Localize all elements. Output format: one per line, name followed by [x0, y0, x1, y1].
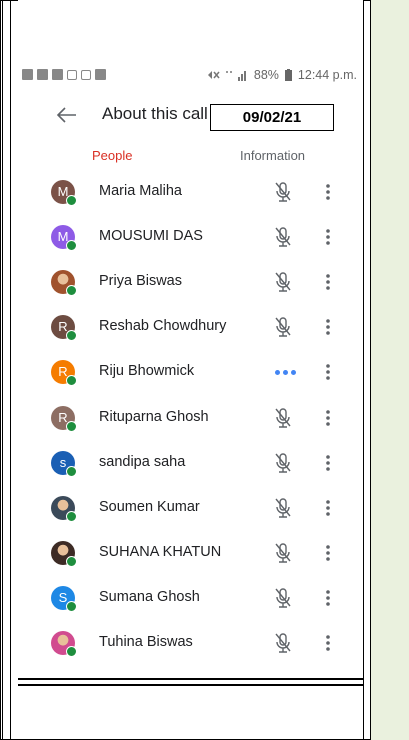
mic-off-icon	[275, 588, 291, 608]
avatar: R	[51, 315, 77, 342]
participant-row[interactable]: Tuhina Biswas	[18, 620, 363, 665]
mic-off-icon	[275, 182, 291, 202]
notification-icon	[37, 69, 48, 80]
date-label: 09/02/21	[210, 104, 334, 131]
notification-icons	[22, 69, 106, 80]
participant-name: SUHANA KHATUN	[99, 543, 222, 560]
participant-name: Maria Maliha	[99, 183, 182, 199]
mic-off-icon	[275, 497, 291, 518]
bottom-rule	[18, 678, 363, 680]
page-title: About this call	[102, 104, 208, 123]
online-status-dot	[66, 285, 77, 297]
app-icon	[95, 69, 106, 80]
table-border-left-inner	[10, 0, 11, 740]
mic-off-icon	[275, 633, 291, 653]
participant-row[interactable]: Soumen Kumar	[18, 485, 363, 530]
status-right: 88% 12:44 p.m.	[206, 68, 357, 82]
avatar: M	[51, 225, 77, 252]
mic-off-icon	[275, 227, 291, 247]
calendar-icon	[81, 69, 91, 80]
phone-screenshot: 88% 12:44 p.m. About this call People In…	[18, 0, 363, 678]
participant-name: Reshab Chowdhury	[99, 318, 227, 335]
mic-off-icon	[275, 317, 291, 337]
avatar	[51, 270, 77, 297]
message-icon	[67, 69, 77, 80]
mic-off-icon	[275, 452, 291, 473]
mic-off-icon	[275, 407, 291, 428]
mic-off-icon	[275, 543, 291, 563]
more-options-icon[interactable]	[322, 633, 334, 653]
mic-off-icon	[275, 272, 291, 292]
more-options-icon[interactable]	[322, 543, 334, 563]
more-options-icon[interactable]	[322, 588, 334, 608]
participant-row[interactable]: Priya Biswas	[18, 259, 363, 304]
online-status-dot	[66, 510, 77, 522]
avatar: R	[51, 360, 77, 387]
avatar	[51, 495, 77, 522]
more-options-icon[interactable]	[322, 453, 334, 473]
online-status-dot	[66, 465, 77, 477]
status-bar: 88% 12:44 p.m.	[18, 66, 363, 88]
bottom-rule	[18, 684, 363, 686]
battery-percent: 88%	[253, 68, 279, 82]
more-options-icon[interactable]	[322, 272, 334, 292]
online-status-dot	[66, 330, 77, 342]
clock: 12:44 p.m.	[297, 68, 357, 82]
avatar: s	[51, 450, 77, 477]
online-status-dot	[66, 420, 77, 432]
participant-row[interactable]: SUHANA KHATUN	[18, 530, 363, 575]
participant-name: Sumana Ghosh	[99, 588, 200, 605]
mute-icon	[207, 71, 220, 79]
online-status-dot	[66, 195, 77, 206]
more-options-icon[interactable]	[322, 227, 334, 247]
avatar: R	[51, 405, 77, 432]
online-status-dot	[66, 646, 77, 657]
participant-name: Rituparna Ghosh	[99, 408, 209, 425]
avatar	[51, 540, 77, 567]
participant-name: Priya Biswas	[99, 273, 182, 290]
participant-name: sandipa saha	[99, 453, 186, 470]
participant-name: MOUSUMI DAS	[99, 228, 203, 245]
more-options-icon[interactable]	[322, 498, 334, 518]
tab-information[interactable]: Information	[240, 148, 305, 163]
table-border-right-inner	[363, 0, 364, 740]
participant-name: Riju Bhowmick	[99, 363, 195, 380]
avatar	[51, 631, 77, 657]
online-status-dot	[66, 600, 77, 612]
participant-row[interactable]: M Maria Maliha	[18, 169, 363, 214]
avatar: M	[51, 180, 77, 206]
battery-icon	[284, 69, 292, 81]
online-status-dot	[66, 240, 77, 252]
online-status-dot	[66, 375, 77, 387]
participant-row[interactable]: R Rituparna Ghosh	[18, 395, 363, 440]
participant-row[interactable]: M MOUSUMI DAS	[18, 214, 363, 259]
participant-row[interactable]: R Riju Bhowmick	[18, 349, 363, 394]
avatar: S	[51, 585, 77, 612]
notification-icon	[52, 69, 63, 80]
more-options-icon[interactable]	[322, 317, 334, 337]
more-options-icon[interactable]	[322, 408, 334, 428]
online-status-dot	[66, 555, 77, 567]
more-options-icon[interactable]	[322, 182, 334, 202]
participant-name: Tuhina Biswas	[99, 634, 193, 650]
signal-icon	[225, 71, 246, 81]
participant-row[interactable]: s sandipa saha	[18, 440, 363, 485]
participant-row[interactable]: S Sumana Ghosh	[18, 575, 363, 620]
side-panel	[371, 0, 409, 740]
back-arrow-icon[interactable]	[54, 104, 78, 126]
participant-name: Soumen Kumar	[99, 498, 200, 515]
speaking-indicator-icon	[275, 370, 299, 376]
tab-people[interactable]: People	[92, 148, 132, 163]
more-options-icon[interactable]	[322, 362, 334, 382]
table-border-left-outer	[2, 0, 3, 740]
avatar-initial: s	[59, 454, 67, 470]
notification-icon	[22, 69, 33, 80]
participant-row[interactable]: R Reshab Chowdhury	[18, 304, 363, 349]
